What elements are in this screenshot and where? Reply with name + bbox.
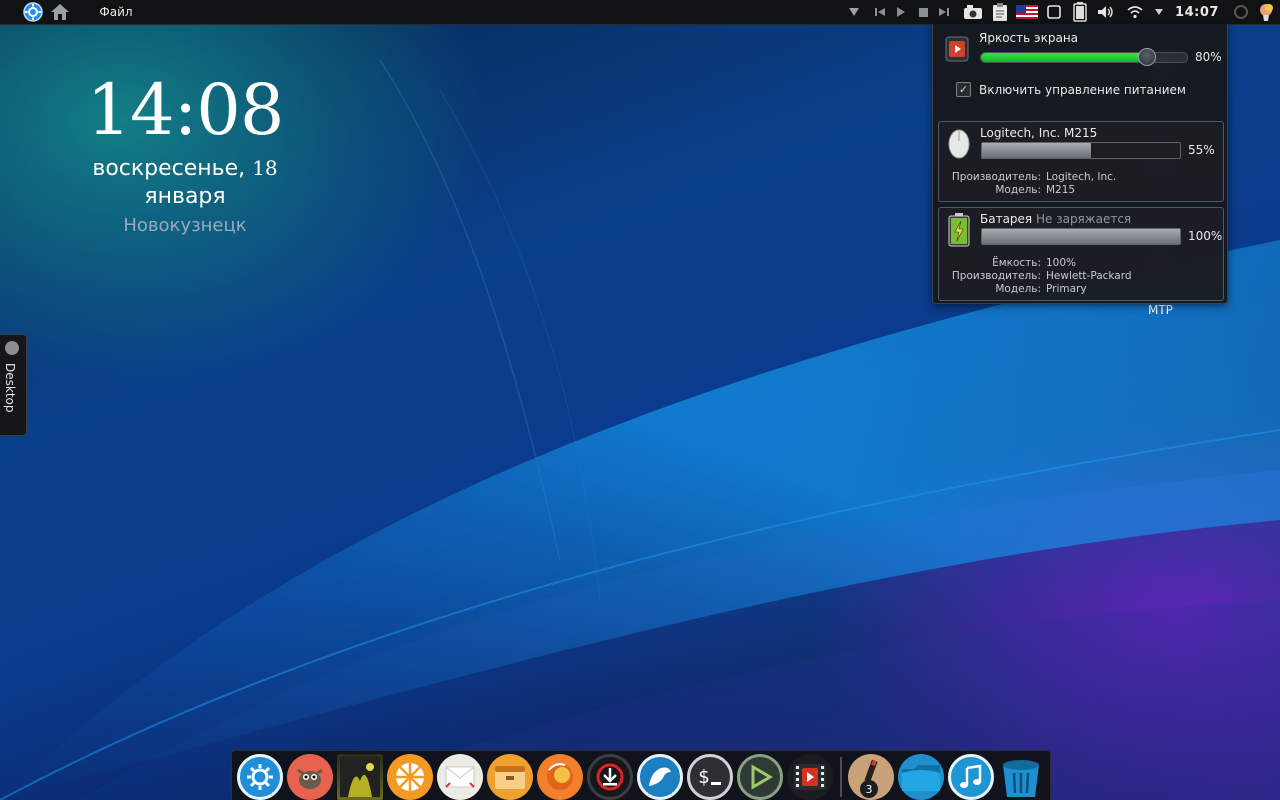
clipboard-icon[interactable] (989, 0, 1011, 24)
battery-detail-value: Primary (1046, 283, 1087, 295)
brightness-slider-fill (981, 53, 1146, 62)
media-triangle-icon[interactable] (846, 0, 862, 24)
clock-day: 18 (252, 156, 278, 180)
battery-charge-fill (982, 229, 1180, 244)
battery-detail-value: Hewlett-Packard (1046, 270, 1132, 282)
desktop-panel-tab[interactable]: Desktop (0, 334, 27, 436)
trash-icon[interactable] (998, 754, 1044, 800)
us-flag-icon[interactable] (1015, 0, 1039, 24)
mouse-charge-fill (982, 143, 1091, 158)
brightness-icon (945, 36, 969, 65)
chevron-down-icon[interactable] (1152, 0, 1166, 24)
video-editor-icon[interactable] (787, 754, 833, 800)
clock-date: воскресенье, 18 января (60, 154, 310, 211)
gimp-icon[interactable] (287, 754, 333, 800)
battery-charge-value: 100% (1188, 229, 1223, 243)
battery-detail-key: Производитель: (951, 270, 1041, 282)
media-player-icon[interactable] (737, 754, 783, 800)
mouse-title: Logitech, Inc. M215 (980, 126, 1098, 140)
desktop: Файл 14:07 14:08 воскресенье, 18 января … (0, 0, 1280, 800)
power-management-checkbox[interactable]: ✓ (956, 82, 971, 97)
battery-icon[interactable] (1070, 0, 1090, 24)
battery-title-label: Батарея (980, 212, 1033, 226)
kde-menu-icon[interactable] (22, 0, 44, 24)
dolphin-icon[interactable] (637, 754, 683, 800)
battery-detail-row: Производитель: Hewlett-Packard (939, 270, 1223, 282)
media-next-icon[interactable] (936, 0, 952, 24)
dock: $ 3 (231, 750, 1051, 800)
brightness-slider-handle[interactable] (1137, 48, 1156, 66)
wifi-icon[interactable] (1125, 0, 1145, 24)
mouse-detail-key: Производитель: (951, 171, 1041, 183)
media-stop-icon[interactable] (915, 0, 931, 24)
disk-usage-icon[interactable] (387, 754, 433, 800)
window-square-icon[interactable] (1045, 0, 1063, 24)
desktop-tab-label: Desktop (3, 363, 17, 413)
panel-clock[interactable]: 14:07 (1172, 0, 1222, 24)
kde-launcher-icon[interactable] (237, 754, 283, 800)
notification-balloon-icon[interactable] (1255, 0, 1277, 24)
dock-badge-count: 3 (860, 780, 878, 798)
battery-device-card: Батарея Не заряжается 100% Ёмкость: 100%… (938, 207, 1224, 301)
battery-detail-key: Ёмкость: (992, 257, 1041, 269)
power-popup: Яркость экрана 80% ✓ Включить управление… (932, 24, 1228, 304)
camera-icon[interactable] (962, 0, 984, 24)
battery-status: Не заряжается (1035, 212, 1132, 226)
menu-file[interactable]: Файл (99, 0, 132, 24)
power-management-label[interactable]: Включить управление питанием (979, 83, 1186, 97)
battery-charge-icon (948, 213, 970, 250)
media-play-icon[interactable] (893, 0, 909, 24)
volume-icon[interactable] (1096, 0, 1116, 24)
clock-month: января (144, 184, 226, 209)
mail-icon[interactable] (437, 754, 483, 800)
home-icon[interactable] (48, 0, 72, 24)
brightness-slider[interactable] (980, 48, 1188, 66)
media-prev-icon[interactable] (872, 0, 888, 24)
battery-detail-value: 100% (1046, 257, 1077, 269)
battery-detail-row: Ёмкость: 100% (939, 257, 1223, 269)
mouse-detail-value: M215 (1046, 184, 1076, 196)
dock-separator (840, 757, 842, 797)
text-editor-icon[interactable]: 3 (848, 754, 894, 800)
folder-icon[interactable] (898, 754, 944, 800)
music-icon[interactable] (948, 754, 994, 800)
terminal-icon[interactable]: $ (687, 754, 733, 800)
desktop-tab-icon (5, 341, 19, 355)
mouse-detail-row: Модель: M215 (939, 184, 1223, 196)
top-panel: Файл 14:07 (0, 0, 1280, 25)
battery-charge-bar (981, 228, 1181, 245)
svg-text:$: $ (698, 766, 709, 788)
mouse-detail-row: Производитель: Logitech, Inc. (939, 171, 1223, 183)
clock-widget: 14:08 воскресенье, 18 января Новокузнецк (60, 70, 310, 236)
clock-city: Новокузнецк (123, 215, 247, 236)
download-manager-icon[interactable] (587, 754, 633, 800)
firefox-icon[interactable] (537, 754, 583, 800)
battery-detail-row: Модель: Primary (939, 283, 1223, 295)
photo-viewer-icon[interactable] (337, 754, 383, 800)
battery-detail-key: Модель: (995, 283, 1041, 295)
clock-time: 14:08 (86, 69, 285, 151)
clock-weekday: воскресенье, (92, 156, 246, 181)
mouse-detail-value: Logitech, Inc. (1046, 171, 1117, 183)
battery-title: Батарея Не заряжается (980, 212, 1131, 226)
mouse-charge-value: 55% (1188, 143, 1215, 157)
brightness-label: Яркость экрана (979, 31, 1079, 45)
mouse-detail-key: Модель: (995, 184, 1041, 196)
search-icon[interactable] (1231, 0, 1251, 24)
mouse-device-card: Logitech, Inc. M215 55% Производитель: L… (938, 121, 1224, 202)
archive-manager-icon[interactable] (487, 754, 533, 800)
mouse-icon (948, 129, 970, 162)
desktop-mtp-label[interactable]: MTP (1148, 303, 1173, 317)
brightness-value: 80% (1195, 50, 1222, 64)
mouse-charge-bar (981, 142, 1181, 159)
